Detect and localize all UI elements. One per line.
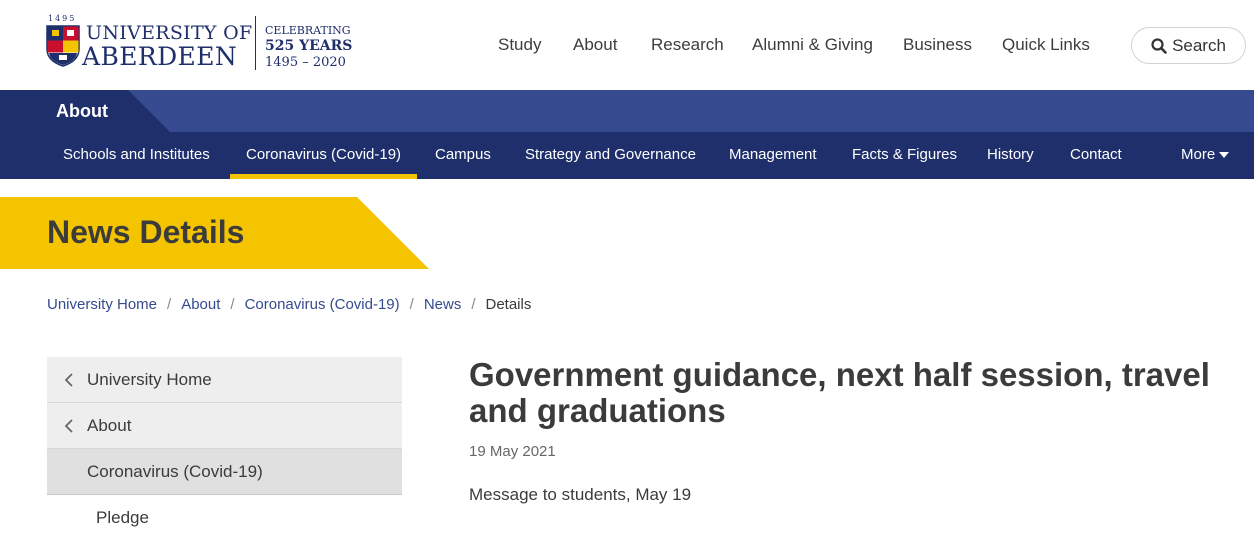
section-bar: About [0, 90, 1254, 132]
university-logo[interactable]: 1495 UNIVERSITY OF ABERDEEN CELEBRATING … [46, 14, 356, 72]
site-header: 1495 UNIVERSITY OF ABERDEEN CELEBRATING … [0, 0, 1254, 90]
subnav-schools-institutes[interactable]: Schools and Institutes [63, 146, 210, 163]
breadcrumb-current: Details [485, 296, 532, 313]
caret-down-icon [1219, 151, 1230, 158]
breadcrumb-about[interactable]: About [181, 296, 220, 313]
section-subnav: Schools and Institutes Coronavirus (Covi… [0, 132, 1254, 179]
breadcrumb-separator: / [471, 296, 476, 313]
sidebar-item-coronavirus[interactable]: Coronavirus (Covid-19) [47, 449, 402, 495]
search-label: Search [1172, 35, 1226, 55]
section-title[interactable]: About [56, 101, 108, 122]
sidebar-item-about[interactable]: About [47, 403, 402, 449]
nav-about[interactable]: About [573, 35, 617, 55]
logo-line-2: ABERDEEN [82, 42, 238, 71]
nav-alumni-giving[interactable]: Alumni & Giving [752, 35, 873, 55]
sidebar-item-label: University Home [87, 370, 212, 389]
breadcrumb-separator: / [230, 296, 235, 313]
article-summary: Message to students, May 19 [469, 485, 692, 504]
chevron-left-icon [64, 373, 73, 387]
page-title: News Details [47, 214, 245, 250]
breadcrumb-separator: / [167, 296, 172, 313]
sidebar-subitem-pledge[interactable]: Pledge [47, 495, 402, 534]
nav-research[interactable]: Research [651, 35, 724, 55]
more-label: More [1181, 146, 1216, 163]
sidebar-item-label: Coronavirus (Covid-19) [87, 462, 263, 481]
subnav-coronavirus[interactable]: Coronavirus (Covid-19) [246, 146, 401, 163]
nav-business[interactable]: Business [903, 35, 972, 55]
subnav-campus[interactable]: Campus [435, 146, 491, 163]
section-tab: About [0, 90, 170, 132]
breadcrumb-news[interactable]: News [424, 296, 462, 313]
search-icon [1151, 37, 1167, 54]
breadcrumb-university-home[interactable]: University Home [47, 296, 157, 313]
subnav-management[interactable]: Management [729, 146, 817, 163]
nav-study[interactable]: Study [498, 35, 541, 55]
subnav-contact[interactable]: Contact [1070, 146, 1122, 163]
chevron-left-icon [64, 419, 73, 433]
article-title: Government guidance, next half session, … [469, 356, 1210, 429]
logo-anniversary: 525 YEARS [265, 38, 353, 54]
sidebar-item-label: About [87, 416, 132, 435]
left-sidebar-nav: University Home About Coronavirus (Covid… [47, 357, 402, 534]
sidebar-item-label: Pledge [96, 508, 149, 527]
breadcrumb-coronavirus[interactable]: Coronavirus (Covid-19) [245, 296, 400, 313]
sidebar-item-university-home[interactable]: University Home [47, 357, 402, 403]
page-banner: News Details [0, 197, 430, 269]
logo-year-range: 1495 – 2020 [265, 55, 346, 70]
search-button[interactable]: Search [1131, 27, 1246, 64]
article-date: 19 May 2021 [469, 443, 556, 460]
logo-celebrating: CELEBRATING [265, 24, 351, 37]
subnav-active-indicator [230, 174, 417, 179]
logo-line-1: UNIVERSITY OF [86, 22, 253, 44]
crest-icon [46, 25, 80, 67]
logo-divider [255, 16, 256, 70]
subnav-history[interactable]: History [987, 146, 1034, 163]
nav-quick-links[interactable]: Quick Links [1002, 35, 1090, 55]
logo-founded-year: 1495 [48, 14, 77, 23]
breadcrumb-separator: / [409, 296, 414, 313]
more-menu-button[interactable]: More [1181, 146, 1230, 163]
subnav-strategy-governance[interactable]: Strategy and Governance [525, 146, 696, 163]
breadcrumb: University Home / About / Coronavirus (C… [47, 296, 531, 313]
subnav-facts-figures[interactable]: Facts & Figures [852, 146, 957, 163]
